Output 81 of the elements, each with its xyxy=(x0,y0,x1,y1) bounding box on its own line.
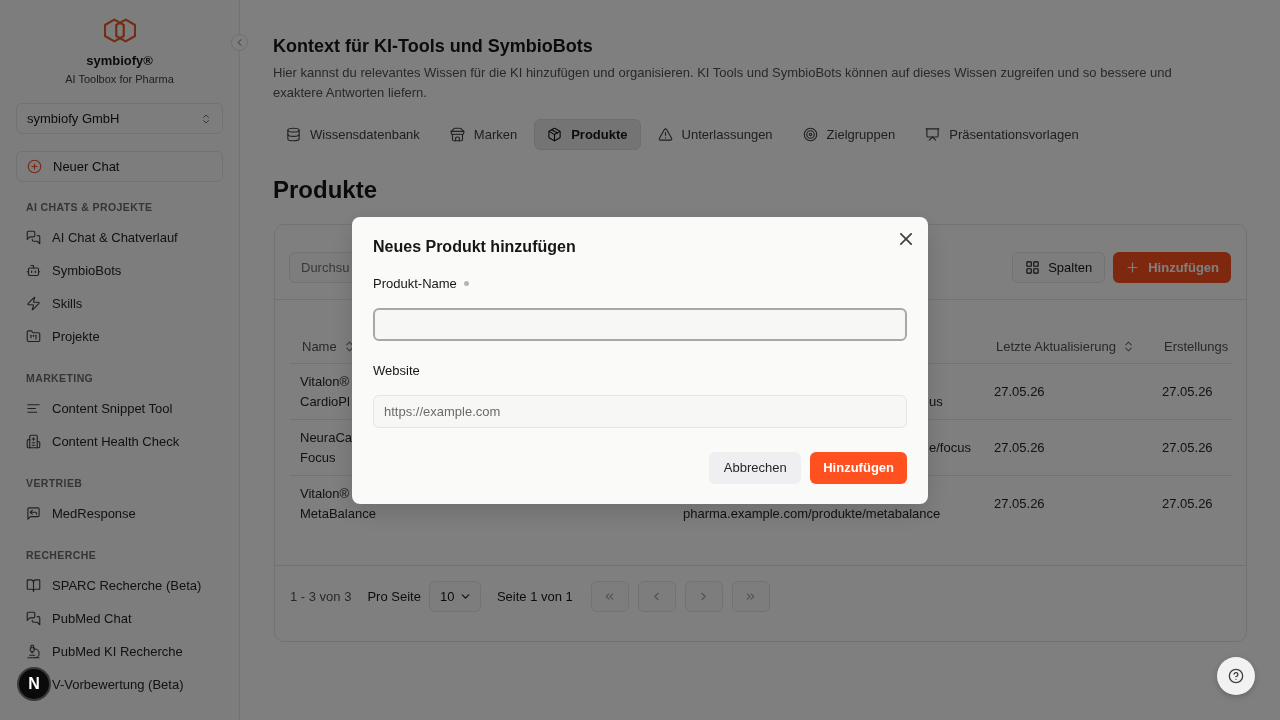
tab[interactable]: Marken xyxy=(436,119,531,150)
microscope-icon xyxy=(26,644,41,659)
sidebar-item[interactable]: PubMed KI Recherche xyxy=(16,635,223,668)
table-cell-text: 27.05.26 xyxy=(994,495,1045,513)
close-icon xyxy=(900,232,912,245)
table-cell-text: Vitalon® MetaBalance xyxy=(300,485,377,523)
help-icon xyxy=(1228,668,1244,684)
field-label: Produkt-Name xyxy=(373,276,457,291)
tab[interactable]: Unterlassungen xyxy=(644,119,786,150)
column-header[interactable]: Erstellungs xyxy=(1164,338,1229,354)
brand-tagline: AI Toolbox for Pharma xyxy=(65,72,174,86)
page-size-select[interactable]: 10 xyxy=(428,581,481,612)
submit-button[interactable]: Hinzufügen xyxy=(810,451,907,484)
section-label: MARKETING xyxy=(25,371,94,385)
database-icon xyxy=(286,127,301,142)
table-cell-text: e/focus xyxy=(929,438,971,457)
tab[interactable]: Präsentationsvorlagen xyxy=(912,119,1092,150)
sidebar-item[interactable]: SymbioBots xyxy=(16,254,223,287)
field-label: Website xyxy=(373,363,420,378)
box-icon xyxy=(547,127,563,142)
table-cell-text: 27.05.26 xyxy=(994,382,1045,401)
section-label: RECHERCHE xyxy=(25,548,97,562)
table-cell-text: us xyxy=(929,392,943,411)
sidebar-item[interactable]: SPARC Recherche (Beta) xyxy=(16,569,223,602)
grid-icon xyxy=(1025,260,1041,275)
reply-message-icon xyxy=(26,506,41,521)
sidebar-item[interactable]: V-Vorbewertung (Beta) xyxy=(52,668,184,701)
lightning-icon xyxy=(26,296,41,311)
table-cell-text: Vitalon® CardioPl xyxy=(300,372,351,411)
range-label: 1 - 3 von 3 xyxy=(290,589,352,604)
robot-icon xyxy=(26,263,41,278)
tab[interactable]: Zielgruppen xyxy=(789,119,909,150)
warning-icon xyxy=(657,127,673,142)
table-cell-text: 27.05.26 xyxy=(1162,438,1213,457)
column-header[interactable]: Letzte Aktualisierung xyxy=(996,338,1135,354)
chat-bubbles-icon xyxy=(26,230,41,245)
section-heading: Produkte xyxy=(273,175,378,205)
input-field[interactable] xyxy=(373,307,907,341)
sidebar-item[interactable]: Content Health Check xyxy=(16,425,223,458)
sidebar-item[interactable]: Projekte xyxy=(16,320,223,353)
book-icon xyxy=(26,578,41,593)
table-cell-text: 27.05.26 xyxy=(994,438,1045,457)
organization-select[interactable]: symbiofy GmbH xyxy=(16,103,223,134)
help-button[interactable] xyxy=(1217,657,1255,695)
cancel-button[interactable]: Abbrechen xyxy=(709,451,802,484)
chat-bubbles-icon xyxy=(26,611,41,626)
sidebar-item[interactable]: Skills xyxy=(16,287,223,320)
page-title: Kontext für KI-Tools und SymbioBots xyxy=(273,35,594,58)
section-label: VERTRIEB xyxy=(25,476,83,490)
sidebar-item[interactable]: AI Chat & Chatverlauf xyxy=(16,221,223,254)
page-description: Hier kannst du relevantes Wissen für die KI hinzufügen und organisieren. KI Tools und SymbioBots können auf dieses Wissen zugreifen und so bessere und exaktere Antworten liefern. xyxy=(273,64,1173,102)
table-cell-text: NeuraCa Focus xyxy=(300,428,354,467)
sidebar-item[interactable]: PubMed Chat xyxy=(16,602,223,635)
brand-name: symbiofy® xyxy=(86,53,153,69)
tab[interactable]: Produkte xyxy=(534,119,641,150)
plus-icon xyxy=(1125,260,1141,275)
section-label: AI CHATS & PROJEKTE xyxy=(25,200,153,214)
page-size-label: Pro Seite xyxy=(367,589,421,604)
columns-button[interactable]: Spalten xyxy=(1012,252,1106,283)
hospital-icon xyxy=(26,434,41,449)
collapse-sidebar-button[interactable] xyxy=(231,34,248,51)
up-down-chevron-icon xyxy=(200,112,212,125)
text-lines-icon xyxy=(26,401,41,416)
dialog-title: Neues Produkt hinzufügen xyxy=(373,236,576,257)
folder-icon xyxy=(26,329,41,344)
close-button[interactable] xyxy=(900,232,912,245)
sidebar-item[interactable]: Content Snippet Tool xyxy=(16,392,223,425)
table-cell-text: pharma.example.com/produkte/metabalance xyxy=(683,505,941,523)
table-cell-text: 27.05.26 xyxy=(1162,382,1213,401)
sidebar-item[interactable]: MedResponse xyxy=(16,497,223,530)
plus-circle-icon xyxy=(27,159,42,174)
hexagons-logo-icon xyxy=(103,18,136,43)
target-icon xyxy=(802,127,818,142)
add-button[interactable]: Hinzufügen xyxy=(1113,252,1231,283)
page-label: Seite 1 von 1 xyxy=(496,589,573,604)
tab[interactable]: Wissensdatenbank xyxy=(273,119,433,150)
new-chat-button[interactable]: Neuer Chat xyxy=(16,151,223,182)
store-icon xyxy=(449,127,465,142)
column-header[interactable]: Name xyxy=(302,338,356,354)
table-cell-text: 27.05.26 xyxy=(1162,495,1213,513)
presentation-icon xyxy=(925,127,941,142)
